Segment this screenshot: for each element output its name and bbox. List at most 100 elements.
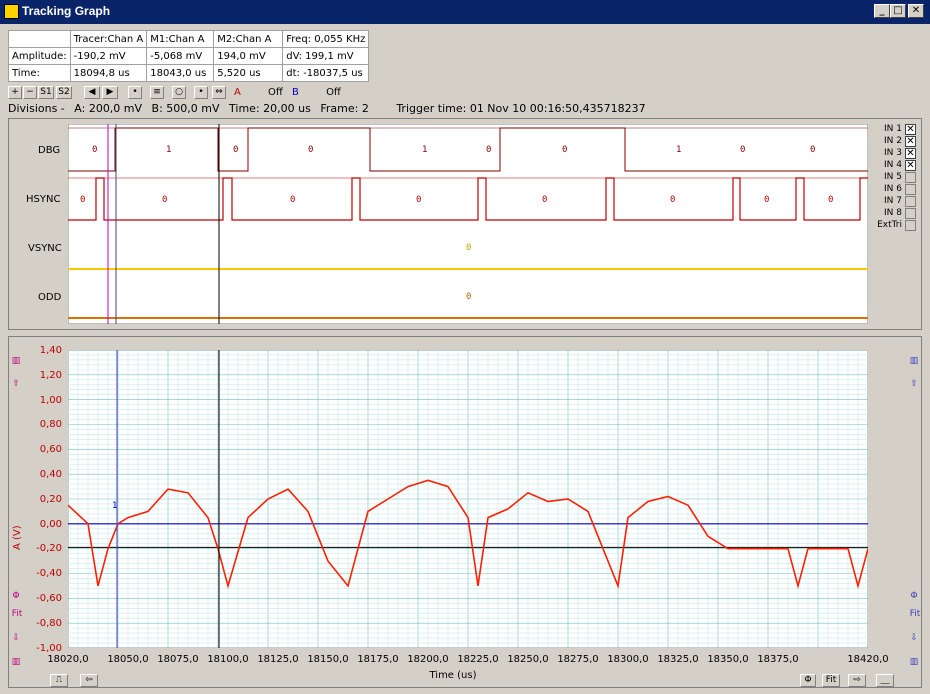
minimize-button[interactable]: _ <box>874 4 890 18</box>
input-channel-label: IN 5 <box>884 172 902 182</box>
input-channel-checkbox[interactable]: ✕ <box>905 160 916 171</box>
right-down-icon[interactable]: ⇩ <box>908 632 920 644</box>
input-channel-label: ExtTri <box>877 220 902 230</box>
logic-waveforms[interactable]: 0 1 0 0 1 0 0 1 0 0 0 0 0 0 0 0 0 0 0 0 <box>68 124 868 324</box>
row-label: Amplitude: <box>8 47 71 65</box>
hsync-value-label: 0 <box>80 195 85 205</box>
channel-label-odd: ODD <box>38 292 62 303</box>
channel-a-state: Off <box>268 87 283 98</box>
header-cell: M1:Chan A <box>146 30 215 48</box>
close-button[interactable]: ✕ <box>908 4 924 18</box>
y-tick-label: -1,00 <box>36 642 62 654</box>
input-channel-checkbox[interactable] <box>905 220 916 231</box>
input-channel-checkbox[interactable]: ✕ <box>905 148 916 159</box>
list-icon[interactable]: ≡ <box>150 86 164 99</box>
zoom-in-button[interactable]: + <box>8 86 22 99</box>
y-tick-label: 1,20 <box>39 369 62 381</box>
x-axis-title: Time (us) <box>429 670 477 681</box>
table-cell: 18094,8 us <box>69 64 148 82</box>
dbg-value-label: 1 <box>676 145 681 155</box>
y-tick-label: 1,40 <box>39 345 62 356</box>
y-tick-label: -0,40 <box>36 568 62 580</box>
dbg-value-label: 0 <box>740 145 745 155</box>
header-cell: M2:Chan A <box>213 30 284 48</box>
row-label: Time: <box>8 64 71 82</box>
y-tick-label: 0,80 <box>39 419 62 431</box>
record-icon[interactable]: ○ <box>172 86 186 99</box>
s2-button[interactable]: S2 <box>56 86 72 99</box>
s1-button[interactable]: S1 <box>38 86 54 99</box>
input-channel-row[interactable]: IN 3 ✕ <box>872 148 918 160</box>
input-channel-row[interactable]: IN 7 <box>872 196 918 208</box>
input-channel-checkbox[interactable] <box>905 172 916 183</box>
input-channel-row[interactable]: ExtTri <box>872 220 918 232</box>
input-channel-row[interactable]: IN 6 <box>872 184 918 196</box>
x-tick-label: 18020,0 <box>47 654 89 665</box>
input-channel-row[interactable]: IN 2 ✕ <box>872 136 918 148</box>
arrow-left-icon[interactable]: ◀ <box>84 86 100 99</box>
bottom-left-arrow-icon[interactable]: ⇦ <box>80 674 98 687</box>
left-phase-icon[interactable]: Φ <box>10 590 22 602</box>
right-scale-bottom-icon[interactable]: ▥ <box>908 656 920 668</box>
input-channel-checkbox[interactable]: ✕ <box>905 136 916 147</box>
divisions-a: A: 200,0 mV <box>74 102 143 115</box>
channel-label-vsync: VSYNC <box>28 243 62 254</box>
analog-plot[interactable]: 1 <box>68 350 868 648</box>
hsync-value-label: 0 <box>416 195 421 205</box>
input-channel-label: IN 2 <box>884 136 902 146</box>
bottom-pulse-icon[interactable]: ⎍ <box>50 674 68 687</box>
dbg-value-label: 0 <box>233 145 238 155</box>
point-icon[interactable]: • <box>194 86 208 99</box>
bottom-step-icon[interactable]: ⎽ <box>876 674 894 687</box>
input-channel-checkbox[interactable] <box>905 208 916 219</box>
right-phase-icon[interactable]: Φ <box>908 590 920 602</box>
channel-a-toggle[interactable]: A Off <box>234 87 283 98</box>
dbg-value-label: 1 <box>422 145 427 155</box>
maximize-button[interactable]: □ <box>890 4 906 18</box>
input-channel-row[interactable]: IN 1 ✕ <box>872 124 918 136</box>
channel-b-toggle[interactable]: B Off <box>292 87 341 98</box>
range-icon[interactable]: ⇔ <box>212 86 226 99</box>
bottom-right-arrow-icon[interactable]: ⇨ <box>848 674 866 687</box>
y-axis-title: A (V) <box>12 525 23 550</box>
input-channel-checkbox[interactable] <box>905 184 916 195</box>
table-cell: -5,068 mV <box>146 47 215 65</box>
bottom-fit-button[interactable]: Fit <box>822 674 840 687</box>
trigger-time: Trigger time: 01 Nov 10 00:16:50,4357182… <box>396 102 646 115</box>
input-channel-checkbox[interactable] <box>905 196 916 207</box>
arrow-right-icon[interactable]: ▶ <box>102 86 118 99</box>
y-tick-label: 0,20 <box>39 493 62 505</box>
input-channel-row[interactable]: IN 8 <box>872 208 918 220</box>
left-down-icon[interactable]: ⇩ <box>10 632 22 644</box>
hsync-value-label: 0 <box>290 195 295 205</box>
right-home-icon[interactable]: ⇧ <box>908 378 920 390</box>
hsync-value-label: 0 <box>828 195 833 205</box>
channel-b-state: Off <box>326 87 341 98</box>
input-channel-row[interactable]: IN 4 ✕ <box>872 160 918 172</box>
vsync-value-label: 0 <box>466 243 471 253</box>
left-scale-bottom-icon[interactable]: ▥ <box>10 656 22 668</box>
dbg-value-label: 0 <box>486 145 491 155</box>
right-fit-button[interactable]: Fit <box>906 608 924 620</box>
left-fit-button[interactable]: Fit <box>8 608 26 620</box>
input-channel-label: IN 6 <box>884 184 902 194</box>
table-cell: dV: 199,1 mV <box>282 47 370 65</box>
input-channel-label: IN 8 <box>884 208 902 218</box>
marker-button[interactable]: • <box>128 86 142 99</box>
zoom-out-button[interactable]: − <box>23 86 37 99</box>
analog-grid <box>68 350 868 648</box>
app-icon <box>4 4 19 19</box>
right-scale-icon[interactable]: ▥ <box>908 355 920 367</box>
dbg-value-label: 0 <box>308 145 313 155</box>
measurement-table: Tracer:Chan A M1:Chan A M2:Chan A Freq: … <box>8 30 370 82</box>
table-cell: -190,2 mV <box>69 47 148 65</box>
hsync-value-label: 0 <box>764 195 769 205</box>
input-channel-checkbox[interactable]: ✕ <box>905 124 916 135</box>
y-tick-label: 1,00 <box>39 394 62 406</box>
left-scale-icon[interactable]: ▥ <box>10 355 22 367</box>
input-channel-label: IN 7 <box>884 196 902 206</box>
input-channel-row[interactable]: IN 5 <box>872 172 918 184</box>
left-home-icon[interactable]: ⇧ <box>10 378 22 390</box>
input-channel-label: IN 1 <box>884 124 902 134</box>
bottom-phase-icon[interactable]: Φ <box>800 674 816 687</box>
